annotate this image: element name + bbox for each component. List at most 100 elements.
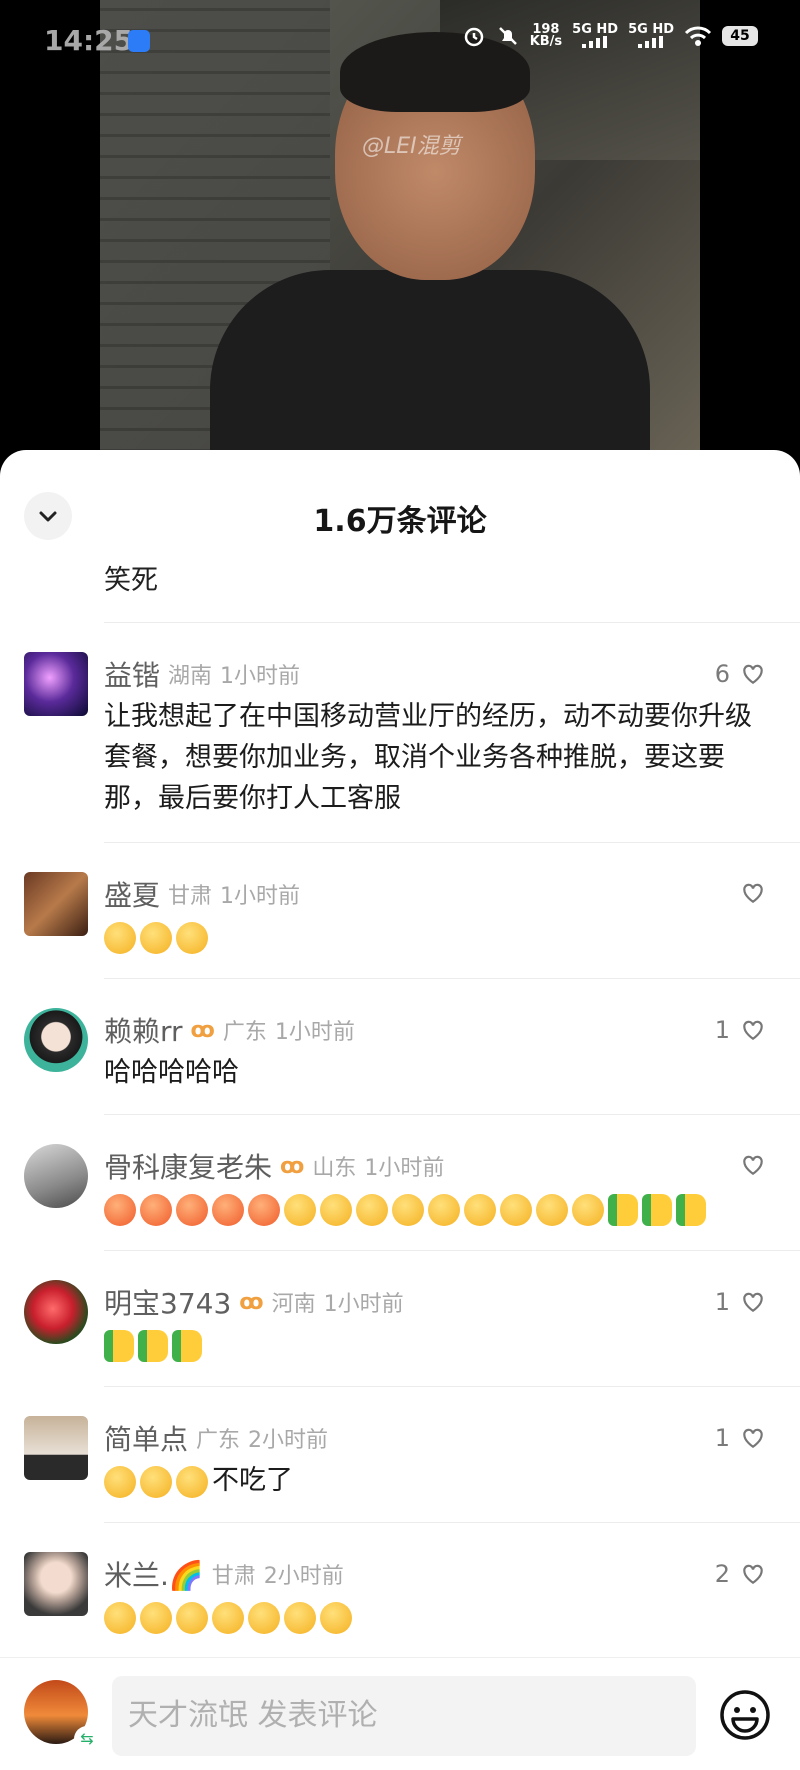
avatar[interactable] xyxy=(24,1280,88,1344)
divider xyxy=(104,1250,800,1251)
comment-time: 2小时前 xyxy=(263,1564,344,1589)
net-speed: 198 KB/s xyxy=(530,23,562,48)
divider xyxy=(104,622,800,623)
comment-text: 不吃了 xyxy=(212,1465,293,1496)
username[interactable]: 益锴 xyxy=(104,654,160,694)
laugh-cry-emoji-icon xyxy=(140,1465,172,1498)
heart-outline-icon xyxy=(743,1428,763,1448)
comment-meta: 盛夏 甘肃 1小时前 xyxy=(104,874,300,914)
region: 广东 xyxy=(196,1428,241,1453)
like-button[interactable]: 1 xyxy=(715,1288,766,1316)
laugh-cry-emoji-icon xyxy=(284,1601,316,1634)
666-emoji-icon xyxy=(428,1193,460,1226)
comment-input-bar: ⇆ 天才流氓 发表评论 xyxy=(0,1657,800,1770)
grin-emoji-icon xyxy=(176,921,208,954)
mute-icon xyxy=(498,27,517,45)
like-button[interactable] xyxy=(740,880,766,906)
comment-meta: 骨科康复老朱 ꝏ 山东 1小时前 xyxy=(104,1146,444,1186)
comment-text-with-emojis: 不吃了 xyxy=(104,1460,770,1501)
avatar[interactable] xyxy=(24,872,88,936)
comment-time: 1小时前 xyxy=(274,1020,355,1045)
like-count: 1 xyxy=(714,1288,730,1316)
avatar[interactable] xyxy=(24,1144,88,1208)
alarm-icon xyxy=(464,27,483,47)
heart-outline-icon xyxy=(743,1155,763,1175)
laugh-cry-emoji-icon xyxy=(320,1601,352,1634)
app-notification-icon xyxy=(128,30,150,52)
username[interactable]: 赖赖rr xyxy=(104,1010,183,1050)
laugh-cry-emoji-icon xyxy=(212,1601,244,1634)
like-count: 1 xyxy=(714,1016,730,1044)
heart-outline-icon xyxy=(743,1564,763,1584)
avatar[interactable] xyxy=(24,1552,88,1616)
divider xyxy=(104,842,800,843)
swap-icon[interactable]: ⇆ xyxy=(74,1726,100,1752)
comment-meta: 简单点 广东 2小时前 xyxy=(104,1418,328,1458)
thumbs-up-emoji-icon xyxy=(138,1329,168,1362)
comment-meta: 明宝3743 ꝏ 河南 1小时前 xyxy=(104,1282,404,1322)
like-button[interactable]: 1 xyxy=(715,1424,766,1452)
666-emoji-icon xyxy=(572,1193,604,1226)
comment-time: 1小时前 xyxy=(220,664,301,689)
divider xyxy=(104,1114,800,1115)
status-right: 198 KB/s 5G HD 5G HD 45 xyxy=(462,22,758,48)
status-bar: 14:25 198 KB/s 5G HD 5G HD 45 xyxy=(0,0,800,86)
comment-list[interactable]: 笑死 益锴 湖南 1小时前 6 让我想起了在中国移动营业厅的经历，动不动要你升级… xyxy=(0,560,800,1660)
angry-emoji-icon xyxy=(176,1193,208,1226)
divider xyxy=(104,1522,800,1523)
sim1-signal: 5G HD xyxy=(572,22,619,48)
avatar[interactable] xyxy=(24,1416,88,1480)
comment-text: 哈哈哈哈哈 xyxy=(104,1057,239,1088)
status-time: 14:25 xyxy=(44,24,134,57)
comment-emojis xyxy=(104,1324,770,1365)
username[interactable]: 简单点 xyxy=(104,1418,188,1458)
laugh-cry-emoji-icon xyxy=(392,1193,424,1226)
laugh-cry-emoji-icon xyxy=(176,1601,208,1634)
grin-emoji-icon xyxy=(104,921,136,954)
like-button[interactable]: 6 xyxy=(715,660,766,688)
like-count: 6 xyxy=(714,660,730,688)
region: 湖南 xyxy=(168,664,213,689)
region: 广东 xyxy=(222,1020,267,1045)
avatar[interactable] xyxy=(24,652,88,716)
username[interactable]: 盛夏 xyxy=(104,874,160,914)
divider xyxy=(104,978,800,979)
666-emoji-icon xyxy=(500,1193,532,1226)
laugh-cry-emoji-icon xyxy=(356,1193,388,1226)
username[interactable]: 骨科康复老朱 xyxy=(104,1146,272,1186)
heart-outline-icon xyxy=(743,1292,763,1312)
region: 甘肃 xyxy=(211,1564,256,1589)
username[interactable]: 明宝3743 xyxy=(104,1282,231,1322)
comment-time: 1小时前 xyxy=(220,884,301,909)
username[interactable]: 米兰.🌈 xyxy=(104,1554,204,1594)
angry-emoji-icon xyxy=(212,1193,244,1226)
666-emoji-icon xyxy=(464,1193,496,1226)
laugh-cry-emoji-icon xyxy=(104,1601,136,1634)
laugh-cry-emoji-icon xyxy=(104,1465,136,1498)
region: 河南 xyxy=(271,1292,316,1317)
heart-outline-icon xyxy=(743,664,763,684)
signal-bars-icon xyxy=(638,36,664,48)
laugh-cry-emoji-icon xyxy=(284,1193,316,1226)
sim2-signal: 5G HD xyxy=(628,22,674,48)
comment-input[interactable]: 天才流氓 发表评论 xyxy=(112,1676,696,1756)
like-button[interactable]: 2 xyxy=(715,1560,766,1588)
comment-time: 1小时前 xyxy=(323,1292,404,1317)
comment-meta: 米兰.🌈 甘肃 2小时前 xyxy=(104,1554,344,1594)
comment-emojis xyxy=(104,1188,770,1229)
like-button[interactable] xyxy=(740,1152,766,1178)
previous-comment-text: 笑死 xyxy=(104,565,158,596)
like-button[interactable]: 1 xyxy=(715,1016,766,1044)
fan-badge-icon: ꝏ xyxy=(280,1153,305,1179)
comment-emojis xyxy=(104,916,770,957)
comment-time: 2小时前 xyxy=(248,1428,329,1453)
video-watermark: @LEI混剪 xyxy=(362,134,461,159)
laugh-cry-emoji-icon xyxy=(320,1193,352,1226)
sim1-label: 5G HD xyxy=(572,22,619,37)
sim2-label: 5G HD xyxy=(628,22,674,37)
avatar[interactable] xyxy=(24,1008,88,1072)
smiley-icon[interactable] xyxy=(718,1688,772,1742)
divider xyxy=(104,1386,800,1387)
angry-emoji-icon xyxy=(140,1193,172,1226)
comment-meta: 赖赖rr ꝏ 广东 1小时前 xyxy=(104,1010,355,1050)
